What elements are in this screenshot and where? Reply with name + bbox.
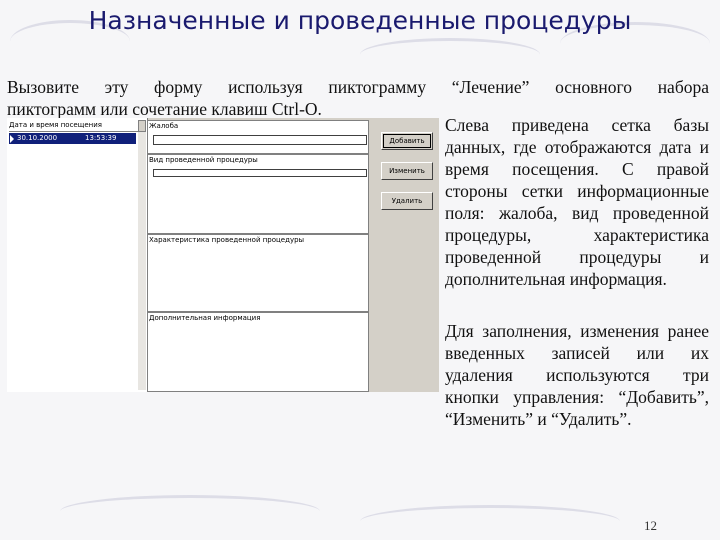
additional-label: Дополнительная информация — [149, 314, 261, 322]
add-button[interactable]: Добавить — [381, 132, 433, 150]
delete-button[interactable]: Удалить — [381, 192, 433, 210]
row-pointer-icon — [10, 135, 14, 143]
slide-title: Назначенные и проведенные процедуры — [88, 6, 632, 35]
intro-line-1: Вызовите эту форму используя пиктограмму… — [7, 77, 709, 97]
edit-button[interactable]: Изменить — [381, 162, 433, 180]
procedure-char-field[interactable] — [153, 248, 367, 310]
procedure-type-field[interactable] — [153, 169, 367, 177]
procedure-char-label: Характеристика проведенной процедуры — [149, 236, 305, 244]
buttons-description: Для заполнения, изменения ранее введенны… — [445, 321, 709, 429]
page-number: 12 — [644, 518, 657, 533]
additional-field[interactable] — [153, 326, 367, 390]
visit-date: 30.10.2000 — [17, 134, 58, 142]
grid-description: Слева приведена сетка базы данных, где о… — [445, 115, 709, 289]
procedure-type-panel — [147, 154, 369, 234]
scrollbar-thumb[interactable] — [138, 120, 146, 132]
grid-header: Дата и время посещения — [9, 120, 139, 132]
table-row[interactable]: 30.10.2000 13:53:39 — [9, 133, 136, 144]
procedure-type-label: Вид проведенной процедуры — [149, 156, 258, 164]
visits-grid[interactable]: Дата и время посещения 30.10.2000 13:53:… — [7, 118, 148, 392]
visit-time: 13:53:39 — [85, 134, 117, 142]
complaint-label: Жалоба — [149, 122, 179, 130]
complaint-field[interactable] — [153, 135, 367, 145]
grid-scrollbar[interactable] — [138, 120, 146, 390]
procedures-form: Дата и время посещения 30.10.2000 13:53:… — [7, 118, 439, 392]
intro-line-2: пиктограмм или сочетание клавиш Ctrl-O. — [7, 99, 322, 119]
